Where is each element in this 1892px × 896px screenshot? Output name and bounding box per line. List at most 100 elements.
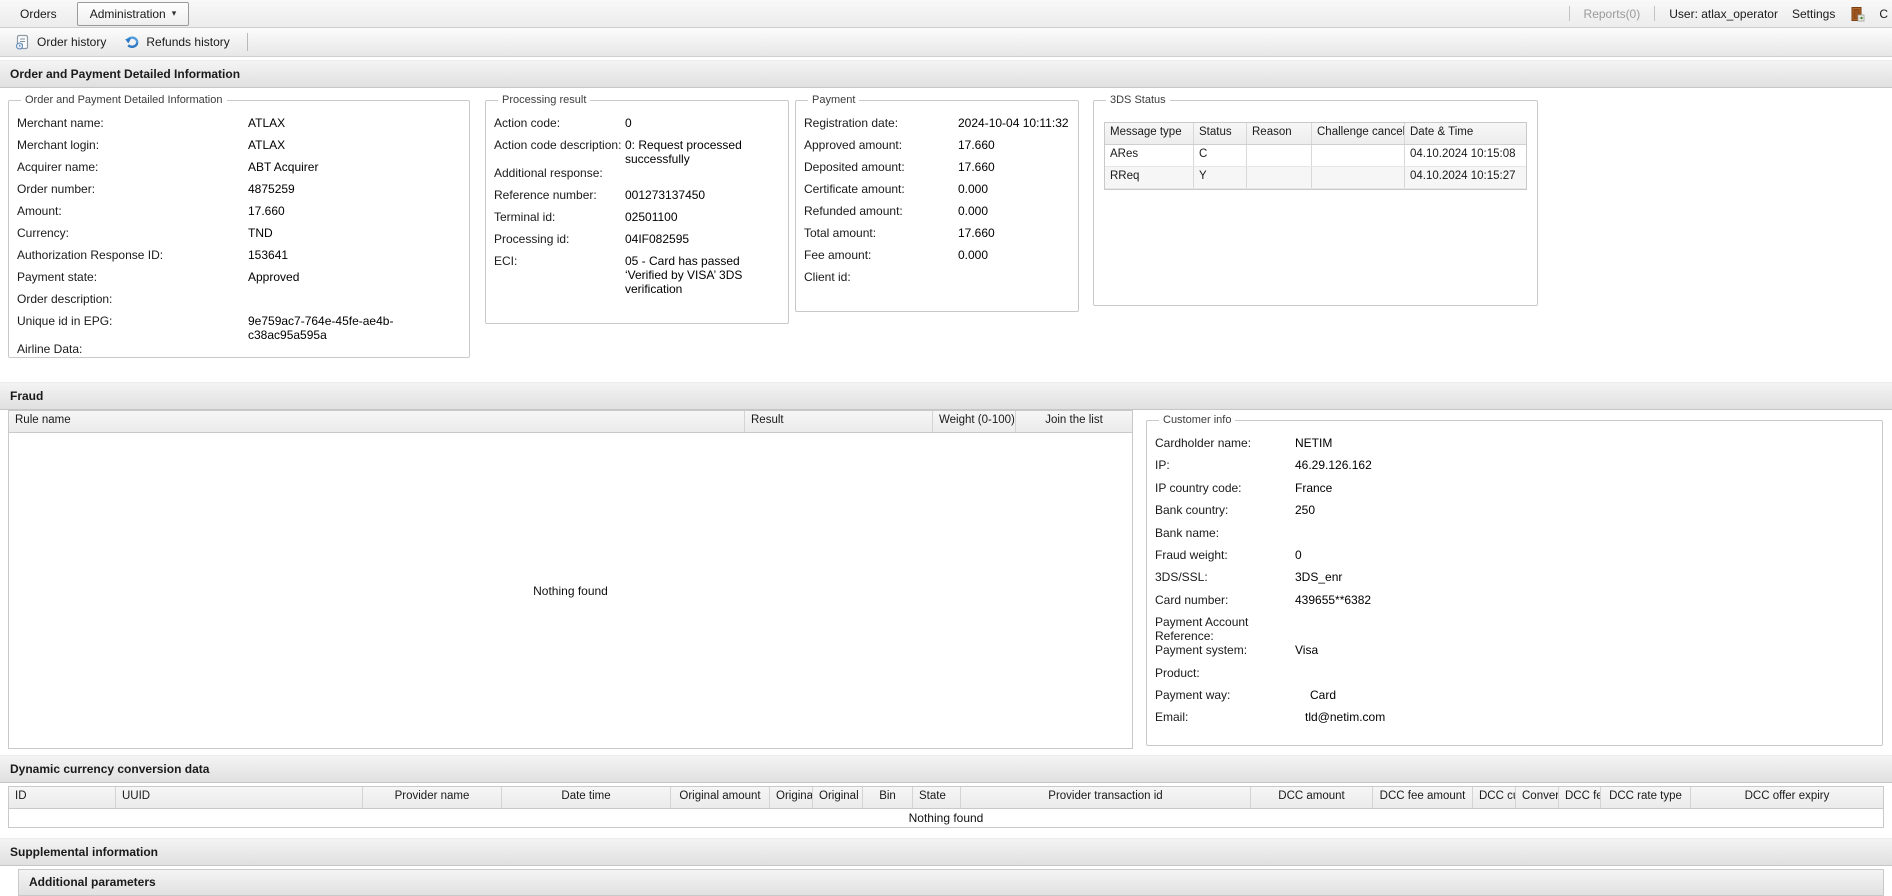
field-row: 3DS/SSL:3DS_enr	[1155, 570, 1874, 592]
field-label: Action code description:	[494, 138, 625, 152]
field-value: 05 - Card has passed ‘Verified by VISA’ …	[625, 254, 780, 296]
cell-datetime: 04.10.2024 10:15:27	[1405, 167, 1524, 188]
field-row: Bank country:250	[1155, 503, 1874, 525]
cell-status: Y	[1194, 167, 1247, 188]
field-value: 17.660	[958, 138, 995, 152]
tds-status-legend: 3DS Status	[1106, 94, 1170, 106]
processing-result-legend: Processing result	[498, 94, 590, 106]
separator	[1654, 6, 1655, 21]
cell-reason	[1247, 167, 1312, 188]
table-row[interactable]: RReq Y 04.10.2024 10:15:27	[1105, 167, 1526, 189]
field-label: Acquirer name:	[17, 160, 248, 174]
field-row: Action code description:0: Request proce…	[494, 138, 780, 166]
field-row: Deposited amount:17.660	[804, 160, 1070, 182]
customer-info-fieldset: Customer info Cardholder name:NETIM IP:4…	[1146, 414, 1883, 746]
column-header-provider-name[interactable]: Provider name	[363, 787, 502, 808]
cell-challenge-cancel	[1312, 167, 1405, 188]
field-label: Email:	[1155, 710, 1295, 724]
field-row: Order number:4875259	[17, 182, 461, 204]
field-row: Reference number:001273137450	[494, 188, 780, 210]
column-header-original-amount[interactable]: Original amount	[671, 787, 770, 808]
order-history-button[interactable]: Order history	[6, 31, 115, 53]
field-row: Action code:0	[494, 116, 780, 138]
column-header-dcc-amount[interactable]: DCC amount	[1251, 787, 1373, 808]
column-header-conversion[interactable]: Conversi	[1516, 787, 1559, 808]
tab-administration[interactable]: Administration ▾	[77, 2, 190, 26]
field-row: ECI:05 - Card has passed ‘Verified by VI…	[494, 254, 780, 296]
field-label: Registration date:	[804, 116, 958, 130]
column-header-rule-name[interactable]: Rule name	[9, 411, 745, 432]
field-row: Fraud weight:0	[1155, 548, 1874, 570]
chevron-down-icon: ▾	[172, 8, 177, 19]
column-header-original-currency[interactable]: Original c	[813, 787, 863, 808]
column-header-dcc-fee-amount[interactable]: DCC fee amount	[1373, 787, 1473, 808]
field-value: 439655**6382	[1295, 593, 1371, 607]
field-label: Deposited amount:	[804, 160, 958, 174]
field-label: Refunded amount:	[804, 204, 958, 218]
field-label: Payment way:	[1155, 688, 1295, 702]
logout-door-icon[interactable]	[1849, 6, 1865, 22]
field-value: 4875259	[248, 182, 295, 196]
column-header-provider-transaction-id[interactable]: Provider transaction id	[961, 787, 1251, 808]
reports-button[interactable]: Reports(0)	[1584, 7, 1641, 21]
field-row: Email:tld@netim.com	[1155, 710, 1874, 732]
column-header-state[interactable]: State	[913, 787, 961, 808]
field-value: 17.660	[248, 204, 285, 218]
field-row: Approved amount:17.660	[804, 138, 1070, 160]
field-row: IP country code:France	[1155, 481, 1874, 503]
column-header-date-time[interactable]: Date time	[502, 787, 671, 808]
field-label: Additional response:	[494, 166, 625, 180]
field-row: Merchant name:ATLAX	[17, 116, 461, 138]
table-row[interactable]: ARes C 04.10.2024 10:15:08	[1105, 145, 1526, 167]
field-label: Fraud weight:	[1155, 548, 1295, 562]
field-value: 17.660	[958, 226, 995, 240]
field-label: Payment state:	[17, 270, 248, 284]
column-header-bin[interactable]: Bin	[863, 787, 913, 808]
column-header-dcc-fee[interactable]: DCC fee	[1559, 787, 1601, 808]
field-value: France	[1295, 481, 1332, 495]
field-row: Terminal id:02501100	[494, 210, 780, 232]
field-row: Card number:439655**6382	[1155, 593, 1874, 615]
main-section-header: Order and Payment Detailed Information	[0, 60, 1892, 88]
column-header-join-the-list[interactable]: Join the list	[1016, 411, 1132, 432]
cell-challenge-cancel	[1312, 145, 1405, 166]
dcc-section-header: Dynamic currency conversion data	[0, 755, 1892, 783]
column-header-original-fee[interactable]: Original f	[770, 787, 813, 808]
tds-status-table: Message type Status Reason Challenge can…	[1104, 122, 1527, 190]
field-value: 153641	[248, 248, 288, 262]
separator	[1569, 6, 1570, 21]
field-row: Payment way:Card	[1155, 688, 1874, 710]
field-label: Authorization Response ID:	[17, 248, 248, 262]
column-header-uuid[interactable]: UUID	[116, 787, 363, 808]
cell-message-type: RReq	[1105, 167, 1194, 188]
column-header-result[interactable]: Result	[745, 411, 933, 432]
refund-arrow-icon	[124, 34, 140, 50]
tab-orders[interactable]: Orders	[10, 3, 67, 25]
field-label: Processing id:	[494, 232, 625, 246]
dcc-table-body: Nothing found	[8, 809, 1884, 828]
field-label: Amount:	[17, 204, 248, 218]
empty-state-text: Nothing found	[533, 584, 608, 598]
field-row: Total amount:17.660	[804, 226, 1070, 248]
payment-fieldset: Payment Registration date:2024-10-04 10:…	[795, 94, 1079, 312]
column-header-weight[interactable]: Weight (0-100)	[933, 411, 1016, 432]
field-row: Unique id in EPG:9e759ac7-764e-45fe-ae4b…	[17, 314, 461, 342]
column-header-id[interactable]: ID	[9, 787, 116, 808]
field-row: Authorization Response ID:153641	[17, 248, 461, 270]
column-header-dcc-offer-expiry[interactable]: DCC offer expiry	[1691, 787, 1883, 808]
column-header-dcc-currency[interactable]: DCC curr	[1473, 787, 1516, 808]
field-label: Airline Data:	[17, 342, 248, 356]
detail-panels: Order and Payment Detailed Information M…	[0, 88, 1892, 382]
column-header: Date & Time	[1405, 123, 1524, 144]
fraud-table-header-row: Rule name Result Weight (0-100) Join the…	[8, 410, 1133, 433]
refunds-history-button[interactable]: Refunds history	[115, 31, 238, 53]
column-header-dcc-rate-type[interactable]: DCC rate type	[1601, 787, 1691, 808]
field-row: Registration date:2024-10-04 10:11:32	[804, 116, 1070, 138]
cell-status: C	[1194, 145, 1247, 166]
column-header: Status	[1194, 123, 1247, 144]
clipped-menu-item[interactable]: C	[1879, 7, 1888, 21]
order-history-label: Order history	[37, 35, 106, 49]
customer-info-legend: Customer info	[1159, 414, 1235, 426]
field-label: Order number:	[17, 182, 248, 196]
settings-button[interactable]: Settings	[1792, 7, 1835, 21]
